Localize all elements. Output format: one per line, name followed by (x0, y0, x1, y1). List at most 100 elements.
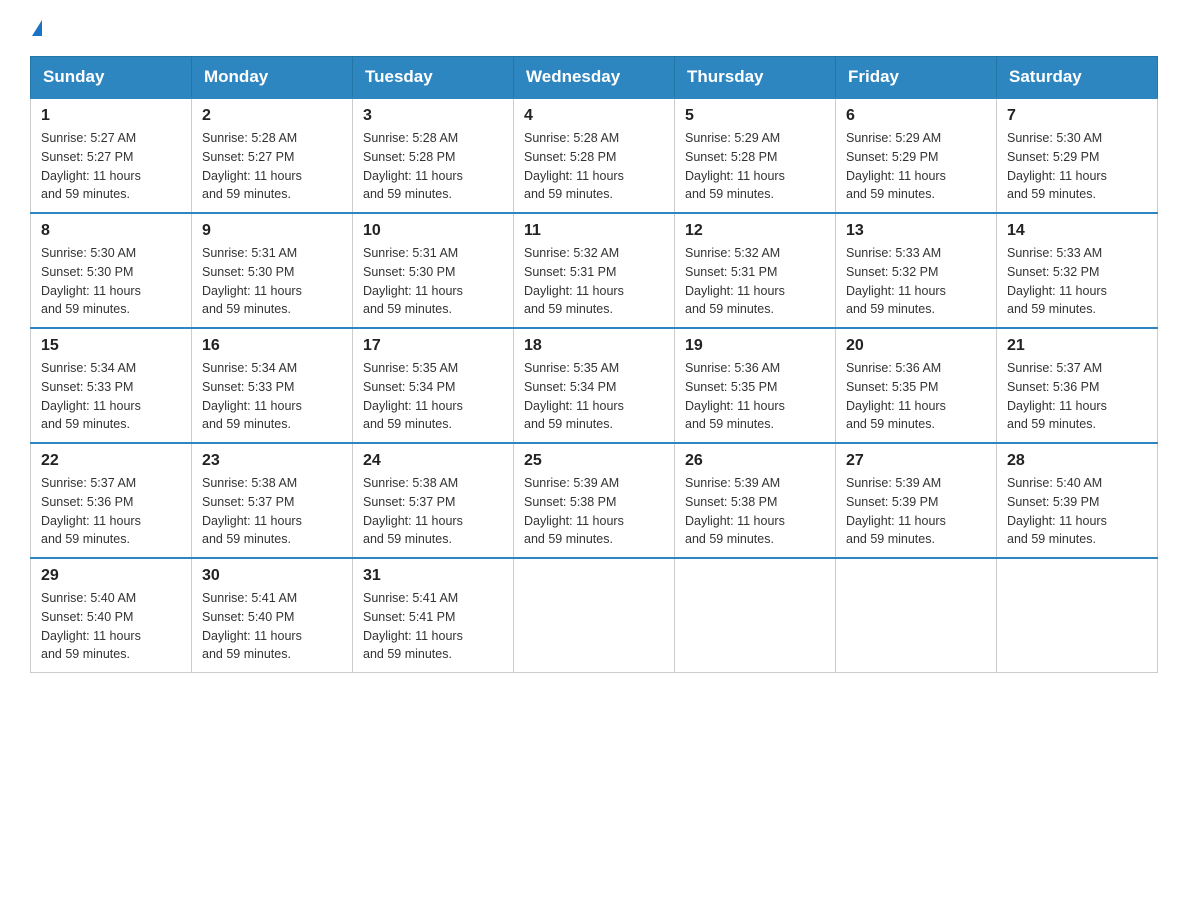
day-info: Sunrise: 5:27 AMSunset: 5:27 PMDaylight:… (41, 129, 181, 204)
calendar-cell (675, 558, 836, 673)
week-row-5: 29 Sunrise: 5:40 AMSunset: 5:40 PMDayligh… (31, 558, 1158, 673)
day-info: Sunrise: 5:29 AMSunset: 5:28 PMDaylight:… (685, 129, 825, 204)
day-info: Sunrise: 5:32 AMSunset: 5:31 PMDaylight:… (685, 244, 825, 319)
calendar-cell (997, 558, 1158, 673)
day-number: 20 (846, 337, 986, 355)
calendar-cell: 24 Sunrise: 5:38 AMSunset: 5:37 PMDayligh… (353, 443, 514, 558)
day-info: Sunrise: 5:28 AMSunset: 5:27 PMDaylight:… (202, 129, 342, 204)
day-number: 18 (524, 337, 664, 355)
calendar-cell: 19Sunrise: 5:36 AMSunset: 5:35 PMDayligh… (675, 328, 836, 443)
calendar-cell: 7 Sunrise: 5:30 AMSunset: 5:29 PMDaylight… (997, 98, 1158, 213)
calendar-cell: 20Sunrise: 5:36 AMSunset: 5:35 PMDayligh… (836, 328, 997, 443)
day-info: Sunrise: 5:37 AMSunset: 5:36 PMDaylight:… (1007, 359, 1147, 434)
calendar-cell: 29 Sunrise: 5:40 AMSunset: 5:40 PMDayligh… (31, 558, 192, 673)
calendar-cell (836, 558, 997, 673)
week-row-1: 1Sunrise: 5:27 AMSunset: 5:27 PMDaylight… (31, 98, 1158, 213)
day-info: Sunrise: 5:28 AMSunset: 5:28 PMDaylight:… (363, 129, 503, 204)
day-info: Sunrise: 5:28 AMSunset: 5:28 PMDaylight:… (524, 129, 664, 204)
weekday-header-sunday: Sunday (31, 57, 192, 99)
logo-triangle-icon (32, 20, 42, 36)
day-info: Sunrise: 5:34 AMSunset: 5:33 PMDaylight:… (41, 359, 181, 434)
day-info: Sunrise: 5:39 AMSunset: 5:39 PMDaylight:… (846, 474, 986, 549)
day-info: Sunrise: 5:35 AMSunset: 5:34 PMDaylight:… (363, 359, 503, 434)
day-info: Sunrise: 5:38 AMSunset: 5:37 PMDaylight:… (202, 474, 342, 549)
weekday-header-tuesday: Tuesday (353, 57, 514, 99)
calendar-cell: 12 Sunrise: 5:32 AMSunset: 5:31 PMDayligh… (675, 213, 836, 328)
day-info: Sunrise: 5:30 AMSunset: 5:30 PMDaylight:… (41, 244, 181, 319)
day-number: 8 (41, 222, 181, 240)
day-info: Sunrise: 5:31 AMSunset: 5:30 PMDaylight:… (202, 244, 342, 319)
weekday-header-row: SundayMondayTuesdayWednesdayThursdayFrid… (31, 57, 1158, 99)
calendar-cell: 21 Sunrise: 5:37 AMSunset: 5:36 PMDayligh… (997, 328, 1158, 443)
weekday-header-wednesday: Wednesday (514, 57, 675, 99)
page-header (30, 20, 1158, 36)
weekday-header-saturday: Saturday (997, 57, 1158, 99)
day-number: 19 (685, 337, 825, 355)
day-info: Sunrise: 5:29 AMSunset: 5:29 PMDaylight:… (846, 129, 986, 204)
day-number: 29 (41, 567, 181, 585)
day-number: 28 (1007, 452, 1147, 470)
calendar-cell: 10Sunrise: 5:31 AMSunset: 5:30 PMDayligh… (353, 213, 514, 328)
day-info: Sunrise: 5:34 AMSunset: 5:33 PMDaylight:… (202, 359, 342, 434)
day-number: 7 (1007, 107, 1147, 125)
day-info: Sunrise: 5:31 AMSunset: 5:30 PMDaylight:… (363, 244, 503, 319)
day-info: Sunrise: 5:33 AMSunset: 5:32 PMDaylight:… (1007, 244, 1147, 319)
day-info: Sunrise: 5:39 AMSunset: 5:38 PMDaylight:… (524, 474, 664, 549)
day-number: 13 (846, 222, 986, 240)
day-number: 30 (202, 567, 342, 585)
day-number: 25 (524, 452, 664, 470)
calendar-cell: 8 Sunrise: 5:30 AMSunset: 5:30 PMDaylight… (31, 213, 192, 328)
day-number: 17 (363, 337, 503, 355)
day-number: 23 (202, 452, 342, 470)
calendar-cell: 14Sunrise: 5:33 AMSunset: 5:32 PMDayligh… (997, 213, 1158, 328)
day-info: Sunrise: 5:39 AMSunset: 5:38 PMDaylight:… (685, 474, 825, 549)
day-info: Sunrise: 5:40 AMSunset: 5:40 PMDaylight:… (41, 589, 181, 664)
day-info: Sunrise: 5:30 AMSunset: 5:29 PMDaylight:… (1007, 129, 1147, 204)
calendar-cell: 16 Sunrise: 5:34 AMSunset: 5:33 PMDayligh… (192, 328, 353, 443)
day-number: 31 (363, 567, 503, 585)
day-info: Sunrise: 5:40 AMSunset: 5:39 PMDaylight:… (1007, 474, 1147, 549)
calendar-cell (514, 558, 675, 673)
day-number: 5 (685, 107, 825, 125)
calendar-cell: 17 Sunrise: 5:35 AMSunset: 5:34 PMDayligh… (353, 328, 514, 443)
calendar-cell: 5 Sunrise: 5:29 AMSunset: 5:28 PMDaylight… (675, 98, 836, 213)
day-number: 22 (41, 452, 181, 470)
weekday-header-monday: Monday (192, 57, 353, 99)
day-info: Sunrise: 5:38 AMSunset: 5:37 PMDaylight:… (363, 474, 503, 549)
day-number: 3 (363, 107, 503, 125)
calendar-cell: 2 Sunrise: 5:28 AMSunset: 5:27 PMDaylight… (192, 98, 353, 213)
calendar-cell: 3 Sunrise: 5:28 AMSunset: 5:28 PMDaylight… (353, 98, 514, 213)
calendar-cell: 4 Sunrise: 5:28 AMSunset: 5:28 PMDaylight… (514, 98, 675, 213)
calendar-cell: 18 Sunrise: 5:35 AMSunset: 5:34 PMDayligh… (514, 328, 675, 443)
day-number: 2 (202, 107, 342, 125)
day-info: Sunrise: 5:35 AMSunset: 5:34 PMDaylight:… (524, 359, 664, 434)
calendar-cell: 25 Sunrise: 5:39 AMSunset: 5:38 PMDayligh… (514, 443, 675, 558)
day-number: 12 (685, 222, 825, 240)
calendar-cell: 31 Sunrise: 5:41 AMSunset: 5:41 PMDayligh… (353, 558, 514, 673)
day-number: 21 (1007, 337, 1147, 355)
calendar-cell: 22Sunrise: 5:37 AMSunset: 5:36 PMDayligh… (31, 443, 192, 558)
day-info: Sunrise: 5:41 AMSunset: 5:41 PMDaylight:… (363, 589, 503, 664)
calendar-cell: 26 Sunrise: 5:39 AMSunset: 5:38 PMDayligh… (675, 443, 836, 558)
day-number: 4 (524, 107, 664, 125)
week-row-2: 8 Sunrise: 5:30 AMSunset: 5:30 PMDaylight… (31, 213, 1158, 328)
calendar-cell: 1Sunrise: 5:27 AMSunset: 5:27 PMDaylight… (31, 98, 192, 213)
calendar-table: SundayMondayTuesdayWednesdayThursdayFrid… (30, 56, 1158, 673)
day-number: 24 (363, 452, 503, 470)
day-number: 9 (202, 222, 342, 240)
calendar-cell: 6 Sunrise: 5:29 AMSunset: 5:29 PMDaylight… (836, 98, 997, 213)
week-row-3: 15 Sunrise: 5:34 AMSunset: 5:33 PMDayligh… (31, 328, 1158, 443)
day-info: Sunrise: 5:33 AMSunset: 5:32 PMDaylight:… (846, 244, 986, 319)
day-number: 15 (41, 337, 181, 355)
day-number: 27 (846, 452, 986, 470)
calendar-cell: 9 Sunrise: 5:31 AMSunset: 5:30 PMDaylight… (192, 213, 353, 328)
day-number: 26 (685, 452, 825, 470)
day-number: 11 (524, 222, 664, 240)
calendar-cell: 15 Sunrise: 5:34 AMSunset: 5:33 PMDayligh… (31, 328, 192, 443)
calendar-cell: 30 Sunrise: 5:41 AMSunset: 5:40 PMDayligh… (192, 558, 353, 673)
day-info: Sunrise: 5:32 AMSunset: 5:31 PMDaylight:… (524, 244, 664, 319)
day-number: 6 (846, 107, 986, 125)
day-number: 16 (202, 337, 342, 355)
calendar-cell: 23 Sunrise: 5:38 AMSunset: 5:37 PMDayligh… (192, 443, 353, 558)
day-info: Sunrise: 5:41 AMSunset: 5:40 PMDaylight:… (202, 589, 342, 664)
